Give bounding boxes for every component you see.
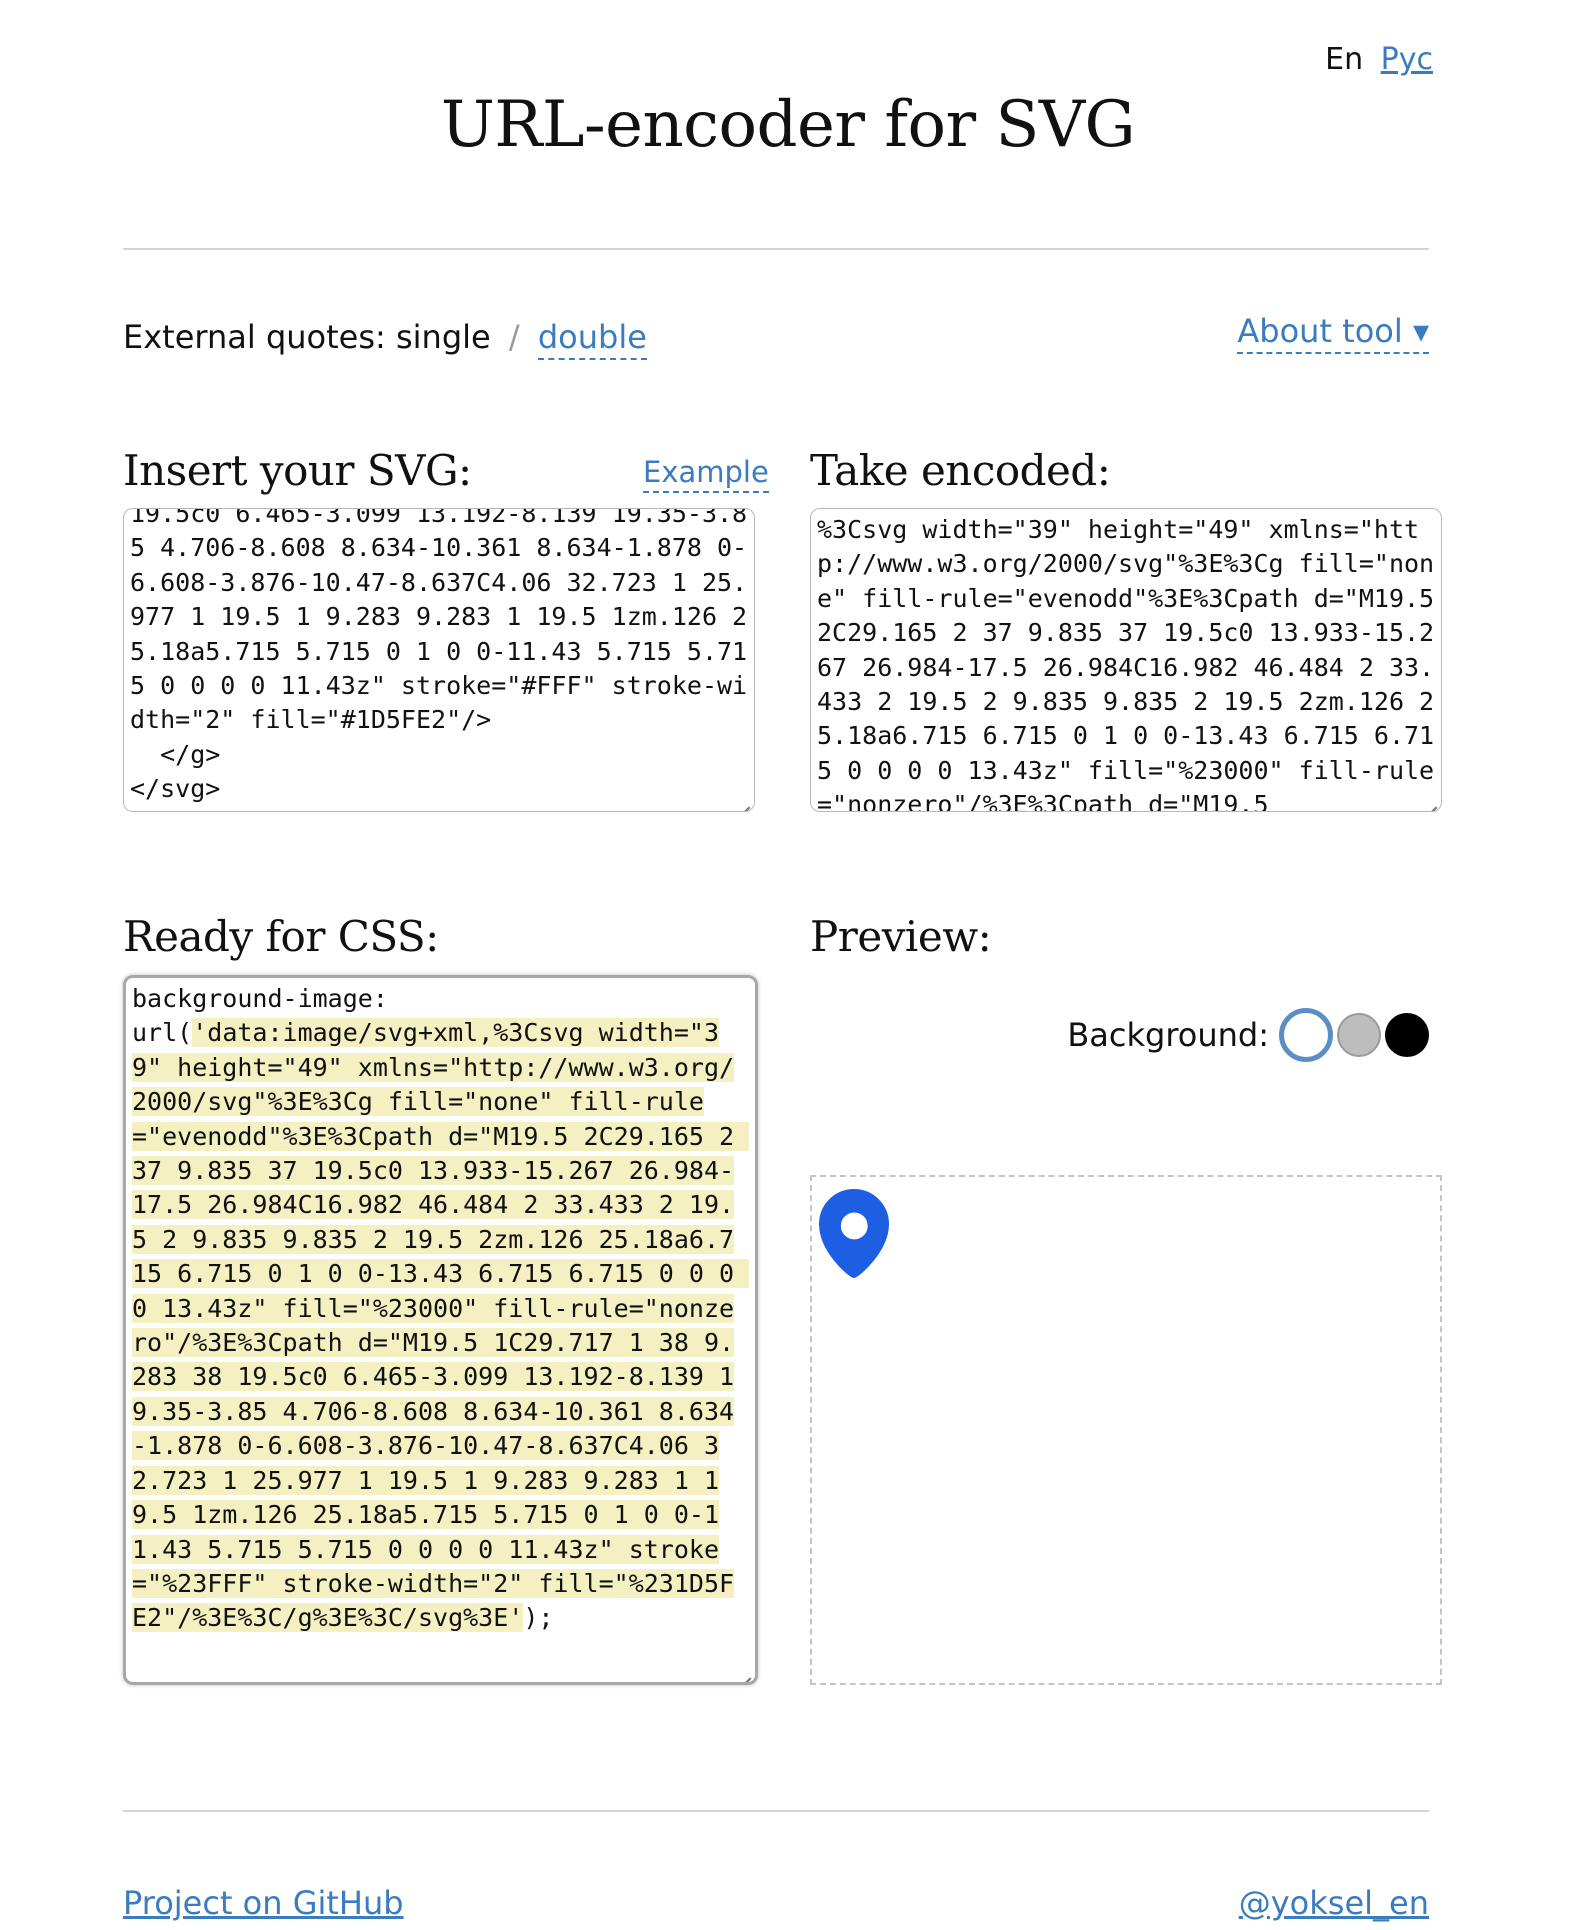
svg-input[interactable]: 19.5c0 6.465-3.099 13.192-8.139 19.35-3.… [123, 508, 755, 812]
resize-handle[interactable] [737, 1664, 751, 1678]
encoded-output-text: %3Csvg width="39" height="49" xmlns="htt… [817, 515, 1435, 812]
header-divider [123, 248, 1429, 250]
preview-heading: Preview: [810, 912, 992, 961]
map-pin-icon [815, 1185, 893, 1282]
background-label: Background: [1067, 1016, 1269, 1054]
css-output[interactable]: background-image: url('data:image/svg+xm… [123, 975, 758, 1685]
quotes-single-option[interactable]: single [396, 318, 491, 356]
css-suffix: ); [523, 1603, 554, 1633]
background-selector: Background: [1067, 1008, 1429, 1062]
insert-heading: Insert your SVG: [123, 446, 472, 495]
background-grey-option[interactable] [1337, 1013, 1381, 1057]
example-link[interactable]: Example [643, 455, 769, 493]
page-title: URL-encoder for SVG [440, 88, 1136, 162]
lang-russian-link[interactable]: Рус [1381, 42, 1433, 77]
external-quotes-switch: External quotes: single / double [123, 318, 647, 360]
language-switch: En Рус [1325, 42, 1433, 77]
css-data-uri: 'data:image/svg+xml,%3Csvg width="39" he… [132, 1018, 750, 1633]
twitter-link[interactable]: @yoksel_en [1239, 1884, 1429, 1922]
encoded-heading: Take encoded: [810, 446, 1111, 495]
css-output-text: background-image: url('data:image/svg+xm… [132, 982, 750, 1636]
lang-current: En [1325, 42, 1364, 77]
quotes-separator: / [508, 318, 520, 356]
css-heading: Ready for CSS: [123, 912, 439, 961]
footer-divider [123, 1810, 1429, 1812]
resize-handle[interactable] [1423, 793, 1437, 807]
preview-area [810, 1175, 1442, 1685]
encoded-output[interactable]: %3Csvg width="39" height="49" xmlns="htt… [810, 508, 1442, 812]
about-tool-toggle[interactable]: About tool ▾ [1237, 312, 1429, 354]
quotes-label: External quotes: [123, 318, 386, 356]
quotes-double-option[interactable]: double [537, 318, 647, 360]
svg-input-text: 19.5c0 6.465-3.099 13.192-8.139 19.35-3.… [130, 508, 748, 804]
background-white-option[interactable] [1279, 1008, 1333, 1062]
resize-handle[interactable] [736, 793, 750, 807]
background-black-option[interactable] [1385, 1013, 1429, 1057]
github-link[interactable]: Project on GitHub [123, 1884, 404, 1922]
